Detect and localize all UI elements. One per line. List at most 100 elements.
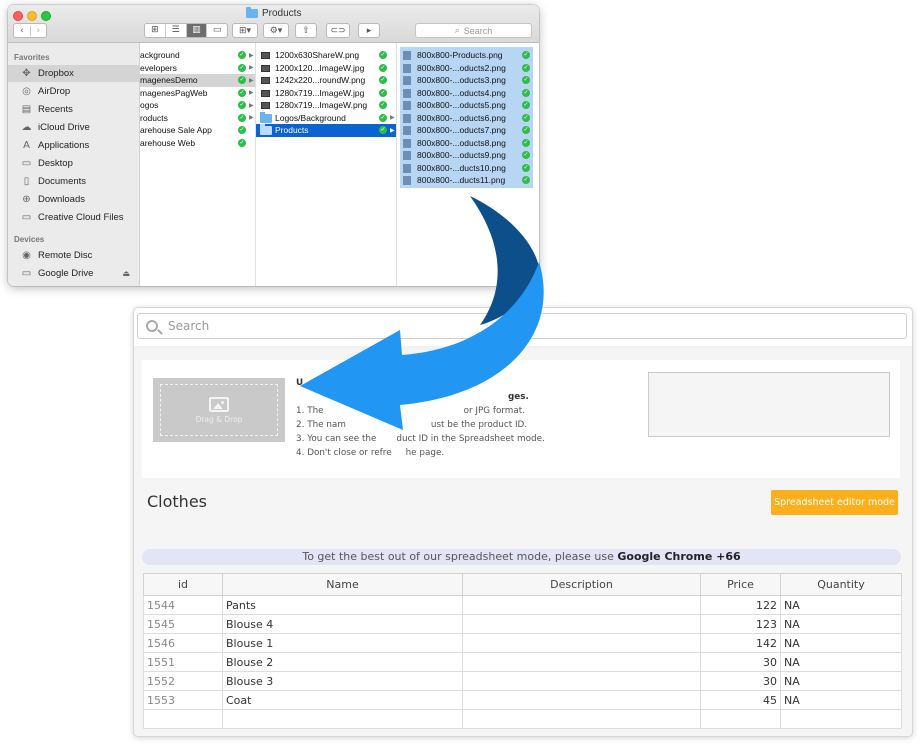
cell-id[interactable]: 1544 bbox=[143, 595, 223, 615]
list-view-button[interactable]: ☰ bbox=[164, 24, 186, 37]
list-item[interactable]: 800x800-...oducts3.png ✓ bbox=[397, 74, 539, 87]
list-item[interactable]: 1280x719...ImageW.png ✓ bbox=[256, 99, 396, 112]
dropzone-inner: Drag & Drop bbox=[160, 384, 278, 436]
tags-button[interactable]: ⊂⊃ bbox=[326, 23, 350, 38]
zoom-window-button[interactable] bbox=[41, 11, 51, 21]
cell-name[interactable]: Blouse 2 bbox=[222, 652, 463, 672]
action-button[interactable]: ⚙▾ bbox=[263, 23, 289, 38]
cell-description[interactable] bbox=[462, 690, 701, 710]
cell-name[interactable]: Blouse 1 bbox=[222, 633, 463, 653]
list-item[interactable]: ackground ✓ ▶ bbox=[140, 49, 255, 62]
list-item[interactable]: 1200x120...ImageW.jpg ✓ bbox=[256, 62, 396, 75]
sidebar-item-airdrop[interactable]: ◎ AirDrop bbox=[8, 83, 140, 100]
cell-price[interactable]: 30 bbox=[700, 671, 781, 691]
cell-name[interactable]: Pants bbox=[222, 595, 463, 615]
list-item[interactable]: 800x800-...ducts11.png ✓ bbox=[397, 174, 539, 187]
column-header-id[interactable]: id bbox=[143, 573, 223, 596]
close-window-button[interactable] bbox=[13, 11, 23, 21]
sidebar-item-desktop[interactable]: ▭ Desktop bbox=[8, 155, 140, 172]
cell-quantity[interactable]: NA bbox=[780, 614, 902, 634]
cell-quantity[interactable]: NA bbox=[780, 595, 902, 615]
list-item[interactable]: ogos ✓ ▶ bbox=[140, 99, 255, 112]
cell-description[interactable] bbox=[462, 652, 701, 672]
cell-quantity[interactable]: NA bbox=[780, 633, 902, 653]
back-button[interactable]: ‹ bbox=[14, 26, 30, 36]
cell-name[interactable]: Blouse 4 bbox=[222, 614, 463, 634]
forward-button[interactable]: › bbox=[29, 25, 47, 36]
cell-description[interactable] bbox=[462, 595, 701, 615]
sidebar-item-google-drive[interactable]: ▭ Google Drive ⏏ bbox=[8, 265, 140, 282]
finder-column-1[interactable]: ackground ✓ ▶ evelopers ✓ ▶ magenesDemo ✓ ▶ magen… bbox=[140, 43, 256, 286]
cell-price[interactable] bbox=[700, 709, 781, 729]
sidebar-item-downloads[interactable]: ⊕ Downloads bbox=[8, 191, 140, 208]
cell-quantity[interactable]: NA bbox=[780, 690, 902, 710]
list-item[interactable]: arehouse Web ✓ bbox=[140, 137, 255, 150]
cell-price[interactable]: 123 bbox=[700, 614, 781, 634]
finder-column-2[interactable]: 1200x630ShareW.png ✓ 1200x120...ImageW.jpg… bbox=[256, 43, 397, 286]
column-header-description[interactable]: Description bbox=[462, 573, 701, 596]
list-item[interactable]: 800x800-...oducts6.png ✓ bbox=[397, 112, 539, 125]
list-item[interactable]: magenesPagWeb ✓ ▶ bbox=[140, 87, 255, 100]
list-item[interactable]: 800x800-Products.png ✓ bbox=[397, 49, 539, 62]
list-item[interactable]: 800x800-...oducts8.png ✓ bbox=[397, 137, 539, 150]
list-item[interactable]: 1242x220...roundW.png ✓ bbox=[256, 74, 396, 87]
list-item[interactable]: 800x800-...oducts4.png ✓ bbox=[397, 87, 539, 100]
list-item[interactable]: Logos/Background ✓ ▶ bbox=[256, 111, 396, 125]
share-button[interactable]: ⇧ bbox=[295, 23, 317, 38]
cell-description[interactable] bbox=[462, 709, 701, 729]
list-item[interactable]: roducts ✓ ▶ bbox=[140, 112, 255, 125]
cell-id[interactable]: 1546 bbox=[143, 633, 223, 653]
cell-price[interactable]: 30 bbox=[700, 652, 781, 672]
finder-search-field[interactable]: ⌕ Search bbox=[415, 23, 532, 38]
cell-description[interactable] bbox=[462, 614, 701, 634]
list-item[interactable]: 800x800-...ducts10.png ✓ bbox=[397, 162, 539, 175]
cell-id[interactable] bbox=[143, 709, 223, 729]
icon-view-button[interactable]: ⊞ bbox=[145, 24, 165, 37]
minimize-window-button[interactable] bbox=[27, 11, 37, 21]
quicklook-button[interactable]: ▸ bbox=[358, 23, 380, 38]
sidebar-item-recents[interactable]: ▤ Recents bbox=[8, 101, 140, 118]
cell-price[interactable]: 45 bbox=[700, 690, 781, 710]
list-item[interactable]: 800x800-...oducts5.png ✓ bbox=[397, 99, 539, 112]
cell-id[interactable]: 1552 bbox=[143, 671, 223, 691]
list-item[interactable]: 1280x719...ImageW.jpg ✓ bbox=[256, 87, 396, 100]
column-header-name[interactable]: Name bbox=[222, 573, 463, 596]
group-button[interactable]: ⊞▾ bbox=[232, 23, 258, 38]
column-header-quantity[interactable]: Quantity bbox=[780, 573, 902, 596]
list-item[interactable]: 800x800-...oducts2.png ✓ bbox=[397, 62, 539, 75]
cell-name[interactable] bbox=[222, 709, 463, 729]
column-header-price[interactable]: Price bbox=[700, 573, 781, 596]
gallery-view-button[interactable]: ▭ bbox=[206, 24, 227, 37]
list-item[interactable]: evelopers ✓ ▶ bbox=[140, 62, 255, 75]
sidebar-item-documents[interactable]: ▯ Documents bbox=[8, 173, 140, 190]
list-item[interactable]: 800x800-...oducts7.png ✓ bbox=[397, 124, 539, 137]
cell-name[interactable]: Coat bbox=[222, 690, 463, 710]
spreadsheet-mode-button[interactable]: Spreadsheet editor mode bbox=[771, 490, 898, 515]
cell-quantity[interactable]: NA bbox=[780, 652, 902, 672]
cell-name[interactable]: Blouse 3 bbox=[222, 671, 463, 691]
sidebar-item-icloud-drive[interactable]: ☁ iCloud Drive bbox=[8, 119, 140, 136]
cell-price[interactable]: 142 bbox=[700, 633, 781, 653]
image-dropzone[interactable]: Drag & Drop bbox=[153, 378, 285, 442]
cell-id[interactable]: 1551 bbox=[143, 652, 223, 672]
cell-quantity[interactable]: NA bbox=[780, 671, 902, 691]
sidebar-item-creative-cloud-files[interactable]: ▭ Creative Cloud Files bbox=[8, 209, 140, 226]
app-search-input[interactable] bbox=[168, 319, 768, 333]
eject-icon[interactable]: ⏏ bbox=[122, 269, 130, 278]
sidebar-item-remote-disc[interactable]: ◉ Remote Disc bbox=[8, 247, 140, 264]
cell-description[interactable] bbox=[462, 671, 701, 691]
list-item[interactable]: arehouse Sale App ✓ bbox=[140, 124, 255, 137]
list-item[interactable]: 800x800-...oducts9.png ✓ bbox=[397, 149, 539, 162]
sidebar-item-dropbox[interactable]: ✥ Dropbox bbox=[8, 65, 140, 82]
list-item[interactable]: 1200x630ShareW.png ✓ bbox=[256, 49, 396, 62]
cell-description[interactable] bbox=[462, 633, 701, 653]
cell-id[interactable]: 1553 bbox=[143, 690, 223, 710]
cell-quantity[interactable] bbox=[780, 709, 902, 729]
column-view-button[interactable]: ▥ bbox=[185, 24, 207, 37]
cell-id[interactable]: 1545 bbox=[143, 614, 223, 634]
list-item[interactable]: magenesDemo ✓ ▶ bbox=[140, 74, 255, 87]
list-item[interactable]: Products ✓ ▶ bbox=[256, 124, 396, 137]
finder-column-3[interactable]: 800x800-Products.png ✓ 800x800-...oducts2.… bbox=[397, 43, 539, 286]
sidebar-item-applications[interactable]: A Applications bbox=[8, 137, 140, 154]
cell-price[interactable]: 122 bbox=[700, 595, 781, 615]
